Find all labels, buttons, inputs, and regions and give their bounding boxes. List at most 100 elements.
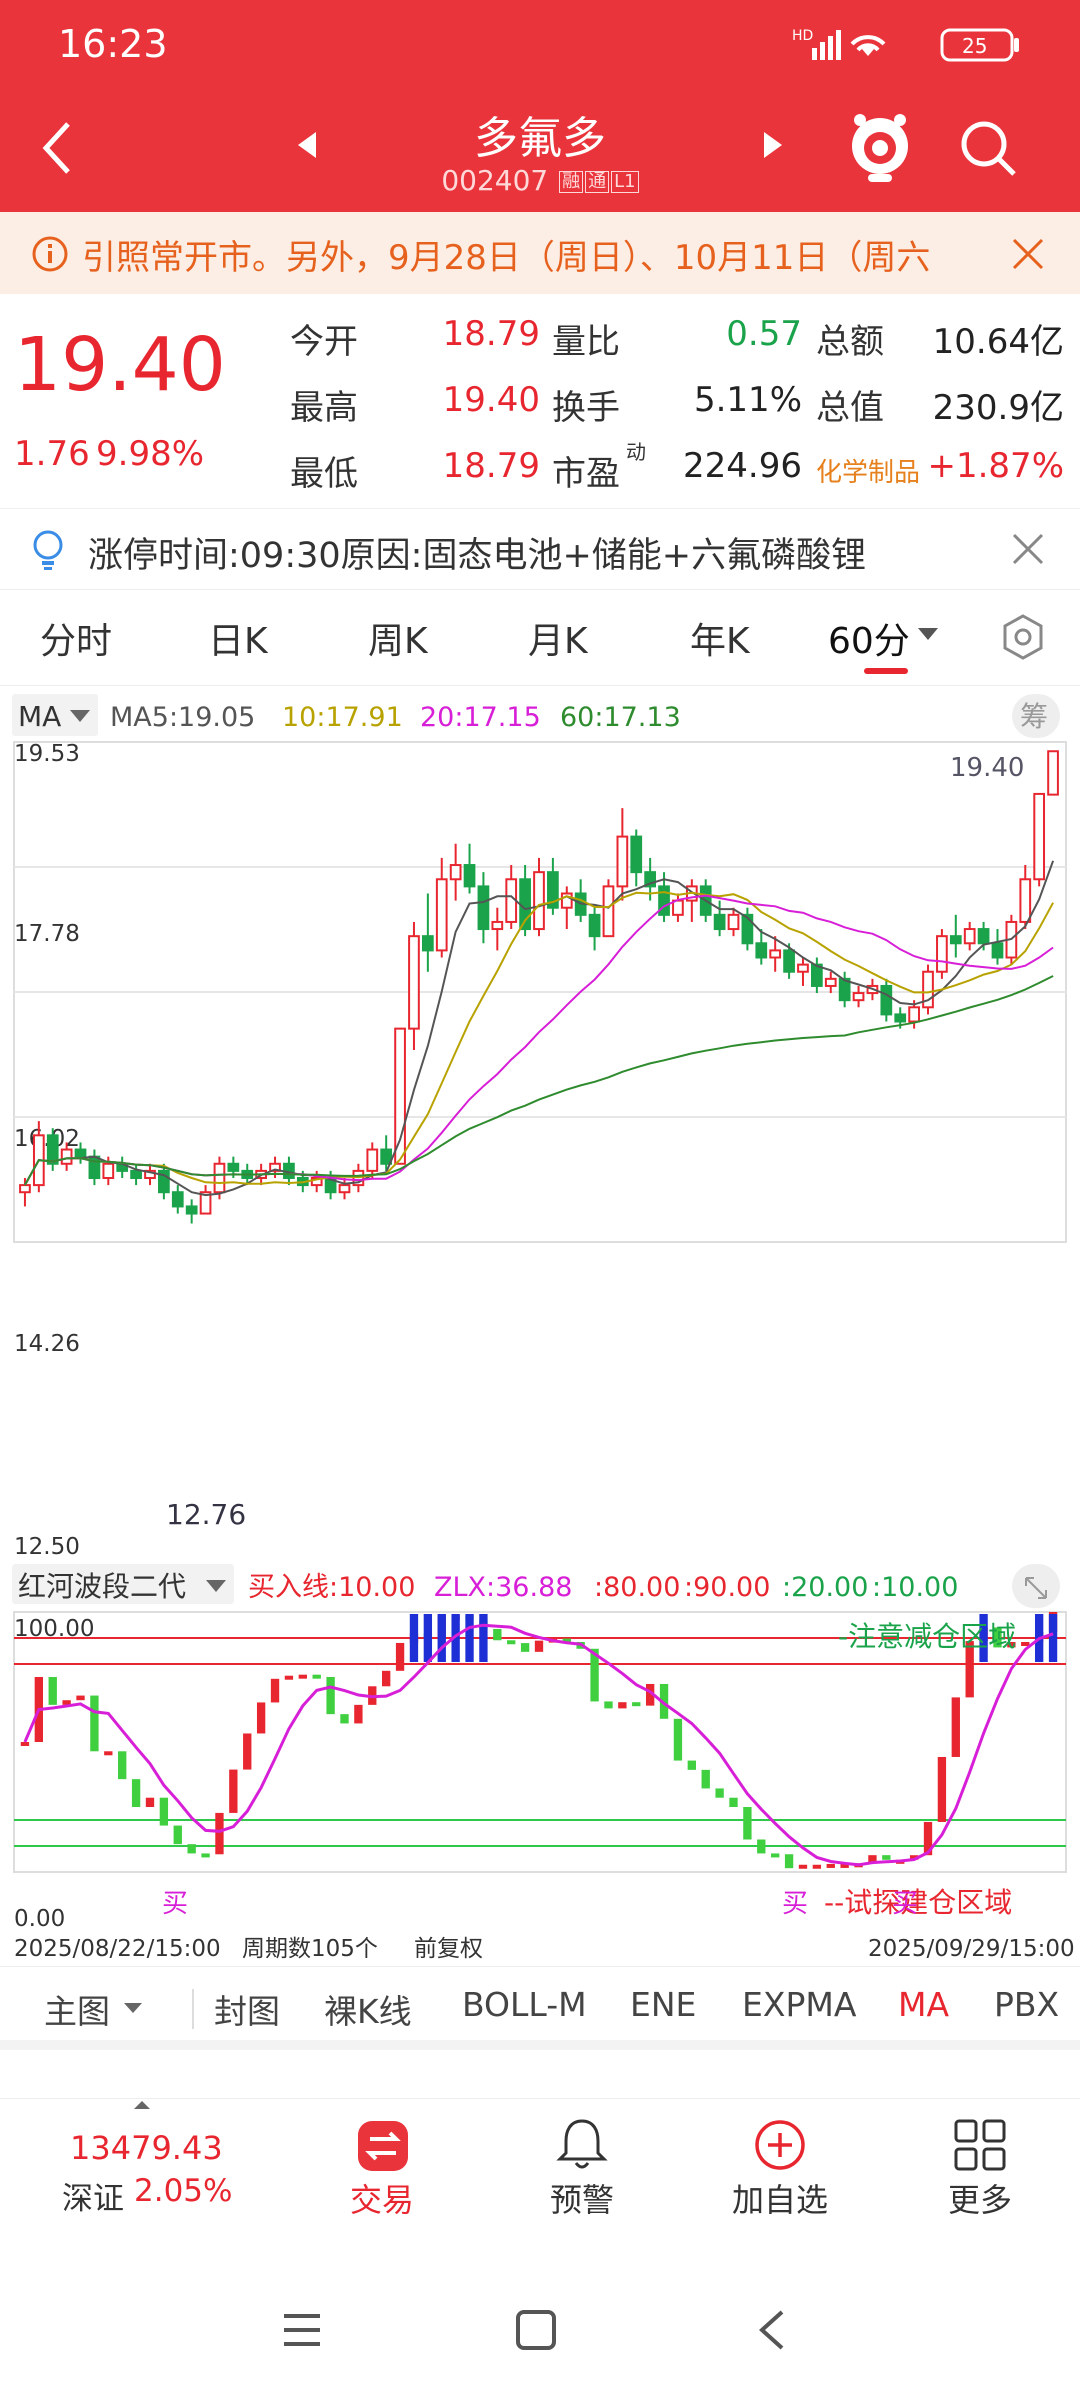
tab-dropdown-icon[interactable]	[916, 626, 940, 642]
indicator-bar	[284, 1675, 294, 1680]
back-nav-icon[interactable]	[754, 2308, 790, 2352]
candle-body	[394, 1027, 406, 1165]
candle-body	[783, 949, 795, 973]
mascot-icon[interactable]	[846, 108, 914, 188]
ind-tab-pbx[interactable]: PBX	[994, 1985, 1059, 2024]
indicator-bar	[229, 1769, 238, 1813]
ind-axis-bottom: 0.00	[14, 1906, 65, 1932]
limit-up-info[interactable]: 涨停时间:09:30原因:固态电池+储能+六氟磷酸锂	[0, 508, 1080, 590]
chart-canvas[interactable]: MA MA5:19.05 10:17.91 20:17.15 60:17.13 …	[0, 686, 1080, 1966]
notice-text: 引照常开市。另外，9月28日（周日）、10月11日（周六	[82, 238, 931, 278]
tab-yearly[interactable]: 年K	[690, 612, 750, 664]
indicator-bar	[340, 1714, 349, 1724]
last-price: 19.40	[14, 322, 226, 408]
app-header: 16:23 HD 25 多氟多 002407 融通 L1	[0, 0, 1080, 212]
indicator-bar	[159, 1797, 169, 1826]
more-grid-icon[interactable]	[952, 2117, 1008, 2173]
stock-code: 002407 融通 L1	[0, 164, 1080, 197]
period-count: 周期数105个	[242, 1936, 378, 1962]
candle-body	[727, 913, 740, 931]
alert-label[interactable]: 预警	[550, 2175, 614, 2221]
candle-body	[449, 864, 462, 881]
home-icon[interactable]	[514, 2308, 558, 2352]
adjust-mode[interactable]: 前复权	[414, 1936, 483, 1962]
next-stock-icon[interactable]	[760, 130, 784, 160]
indicator-bar	[520, 1643, 530, 1652]
indicator-bar	[743, 1807, 752, 1840]
amount-value: 10.64亿	[932, 322, 1064, 362]
tab-daily[interactable]: 日K	[208, 612, 268, 664]
ma20-line	[24, 894, 1054, 1186]
high-price-label: 19.40	[950, 753, 1024, 783]
candle-body	[824, 977, 837, 987]
ma10-legend: 10:17.91	[282, 702, 403, 733]
candle-body	[852, 992, 865, 1002]
expand-button[interactable]	[1012, 1564, 1060, 1608]
ind-tab-main[interactable]: 主图	[44, 1985, 110, 2033]
ma60-legend: 60:17.13	[560, 702, 681, 733]
system-nav-bar	[0, 2280, 1080, 2400]
ind-tab-expma[interactable]: EXPMA	[742, 1985, 856, 2024]
indicator-bar	[687, 1760, 696, 1770]
indicator-bar	[173, 1825, 182, 1845]
indicator-bar	[145, 1797, 155, 1807]
candle-body	[936, 935, 948, 973]
add-watchlist-icon[interactable]	[752, 2117, 808, 2173]
index-expand-icon[interactable]	[132, 2099, 152, 2111]
active-tab-indicator	[864, 668, 908, 674]
overbought-marker	[1048, 1614, 1058, 1662]
tab-weekly[interactable]: 周K	[368, 612, 428, 664]
indicator-tabs: 主图 封图 裸K线 BOLL-M ENE EXPMA MA PBX	[0, 1966, 1080, 2050]
candle-body	[630, 835, 643, 874]
menu-icon[interactable]	[280, 2310, 324, 2350]
indicator-bar	[104, 1751, 113, 1756]
add-watchlist-label[interactable]: 加自选	[732, 2175, 828, 2221]
tag-rong: 融	[559, 171, 584, 193]
tab-intraday[interactable]: 分时	[40, 612, 112, 664]
candle-body	[1033, 792, 1046, 881]
mktcap-value: 230.9亿	[932, 388, 1064, 428]
tab-monthly[interactable]: 月K	[528, 612, 588, 664]
ind-tab-ene[interactable]: ENE	[630, 1985, 696, 2024]
notice-banner[interactable]: 引照常开市。另外，9月28日（周日）、10月11日（周六	[0, 212, 1080, 294]
buy-mark-2: 买	[782, 1889, 808, 1919]
kline-chart[interactable]: MA MA5:19.05 10:17.91 20:17.15 60:17.13 …	[0, 686, 1080, 1966]
candle-body	[894, 1013, 907, 1023]
candle-body	[435, 878, 448, 952]
indicator-bar	[826, 1863, 835, 1868]
ind-tab-seal[interactable]: 封图	[214, 1985, 280, 2033]
trade-icon[interactable]	[356, 2121, 412, 2171]
ind-tab-bare-k[interactable]: 裸K线	[324, 1985, 412, 2033]
close-notice-icon[interactable]	[1010, 236, 1046, 272]
ind-tab-boll[interactable]: BOLL-M	[462, 1985, 587, 2024]
close-limit-icon[interactable]	[1010, 531, 1046, 567]
high-value: 19.40	[442, 380, 540, 420]
ma5-legend: MA5:19.05	[110, 702, 255, 733]
candle-body	[672, 899, 684, 916]
indicator-bar	[215, 1812, 224, 1855]
bell-icon[interactable]	[554, 2117, 610, 2171]
main-dropdown-icon[interactable]	[122, 2001, 144, 2015]
candle-body	[797, 963, 809, 973]
status-bar: 16:23 HD 25	[0, 0, 1080, 90]
level-10: :10.00	[872, 1572, 958, 1603]
candle-body	[1047, 750, 1059, 796]
indicator-bar	[757, 1839, 766, 1854]
indicator-bar	[604, 1701, 613, 1709]
more-label[interactable]: 更多	[948, 2175, 1012, 2221]
candle-body	[338, 1184, 351, 1194]
search-icon[interactable]	[956, 116, 1020, 180]
indicator-bar	[882, 1855, 891, 1860]
sector-label[interactable]: 化学制品	[816, 452, 920, 489]
ind-tab-ma[interactable]: MA	[898, 1985, 949, 2024]
build-zone-label: --试探建仓区域	[824, 1886, 1012, 1919]
y-axis-label-2: 17.78	[14, 921, 80, 947]
price-change: 1.76	[14, 434, 90, 474]
tab-60min[interactable]: 60分	[828, 612, 910, 664]
settings-icon[interactable]	[998, 612, 1048, 662]
trade-label[interactable]: 交易	[350, 2175, 414, 2221]
candle-body	[408, 935, 420, 1030]
candle-body	[769, 949, 782, 959]
index-value[interactable]: 13479.43	[70, 2129, 223, 2167]
indicator-bar	[118, 1751, 127, 1780]
